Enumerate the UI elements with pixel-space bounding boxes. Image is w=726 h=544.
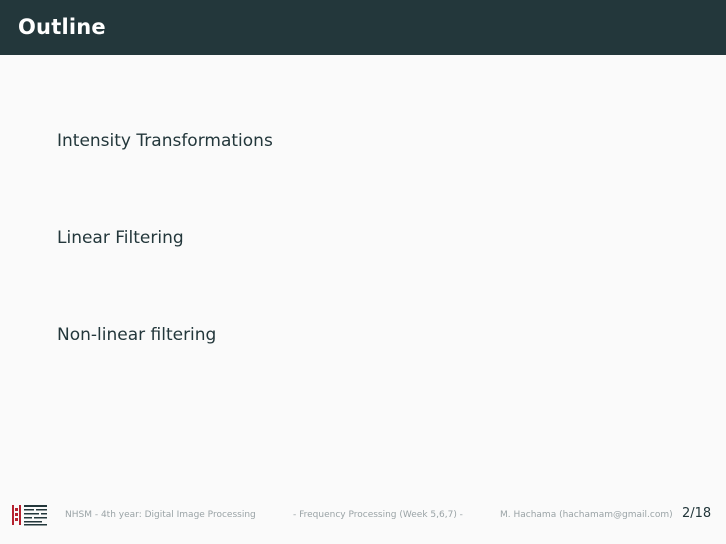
footer-section-title: - Frequency Processing (Week 5,6,7) - [293,510,463,520]
outline-item-intensity-transformations: Intensity Transformations [57,131,273,151]
slide-footer: NHSM - 4th year: Digital Image Processin… [0,496,726,536]
outline-list: Intensity Transformations Linear Filteri… [57,0,657,544]
institution-logo-icon [12,505,47,526]
footer-course-title: NHSM - 4th year: Digital Image Processin… [65,510,256,520]
outline-item-linear-filtering: Linear Filtering [57,228,184,248]
footer-author: M. Hachama (hachamam@gmail.com) [500,510,673,520]
outline-item-non-linear-filtering: Non-linear filtering [57,325,217,345]
page-number: 2/18 [682,506,712,521]
